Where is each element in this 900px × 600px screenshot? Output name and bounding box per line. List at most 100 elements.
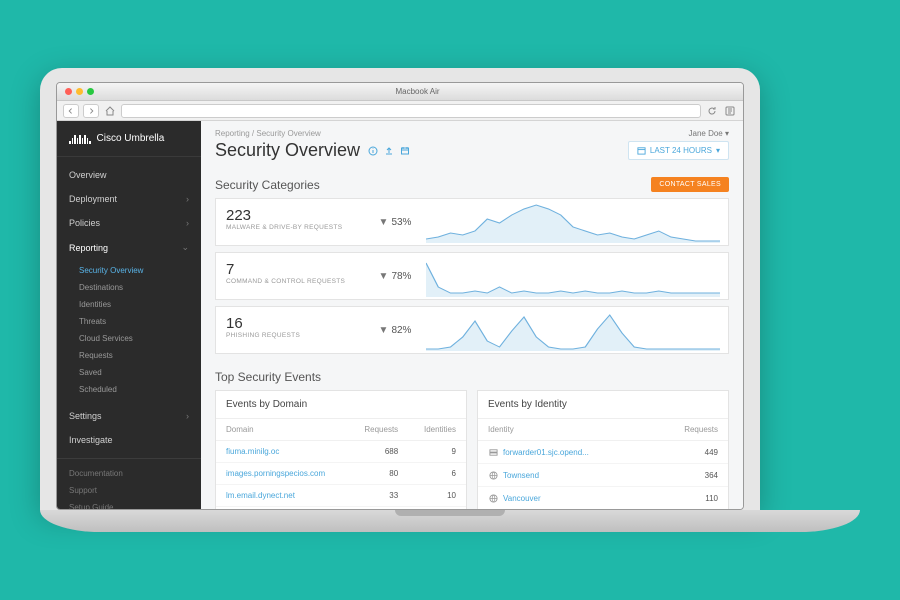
table-row[interactable]: Townsend 364 [478, 464, 728, 487]
breadcrumb: Reporting / Security Overview [215, 129, 321, 138]
contact-sales-button[interactable]: CONTACT SALES [651, 177, 729, 192]
table-row[interactable]: forwarder01.sjc.opend... 449 [478, 441, 728, 464]
panel-title: Events by Domain [216, 391, 466, 419]
subnav-security-overview[interactable]: Security Overview [57, 262, 201, 279]
export-icon[interactable] [384, 146, 394, 156]
schedule-icon[interactable] [400, 146, 410, 156]
sidebar-item-settings[interactable]: Settings › [57, 404, 201, 428]
chevron-down-icon: ▾ [716, 146, 720, 155]
col-identities[interactable]: Identities [408, 419, 466, 441]
back-button[interactable] [63, 104, 79, 118]
sidebar-item-label: Investigate [69, 435, 113, 445]
col-identity[interactable]: Identity [478, 419, 651, 441]
category-card-malware[interactable]: 223 MALWARE & DRIVE-BY REQUESTS ▼53% [215, 198, 729, 246]
subnav-saved[interactable]: Saved [57, 364, 201, 381]
sidebar-item-reporting[interactable]: Reporting ⌄ [57, 235, 201, 260]
category-label: PHISHING REQUESTS [226, 332, 358, 339]
chevron-right-icon: › [186, 194, 189, 204]
main-content: Reporting / Security Overview Jane Doe ▾… [201, 121, 743, 510]
category-trend: ▼82% [368, 307, 422, 353]
identity-link[interactable]: forwarder01.sjc.opend... [503, 448, 589, 457]
subnav-requests[interactable]: Requests [57, 347, 201, 364]
category-card-c2[interactable]: 7 COMMAND & CONTROL REQUESTS ▼78% [215, 252, 729, 300]
sidebar-item-label: Reporting [69, 243, 108, 253]
panel-title: Events by Identity [478, 391, 728, 419]
chevron-right-icon: › [186, 411, 189, 421]
sidebar: Cisco Umbrella Overview Deployment › Pol… [57, 121, 201, 510]
sidebar-item-deployment[interactable]: Deployment › [57, 187, 201, 211]
sidebar-subnav-reporting: Security Overview Destinations Identitie… [57, 260, 201, 404]
identity-link[interactable]: Vancouver [503, 494, 541, 503]
domain-link[interactable]: fiuma.minilg.oc [216, 441, 348, 463]
category-count: 16 [226, 315, 358, 332]
sidebar-item-label: Overview [69, 170, 107, 180]
category-sparkline [422, 199, 728, 245]
footer-documentation[interactable]: Documentation [57, 465, 201, 482]
refresh-icon[interactable] [705, 104, 719, 118]
maximize-window-icon[interactable] [87, 88, 94, 95]
cisco-logo-icon [69, 134, 91, 144]
chevron-down-icon: ⌄ [181, 242, 189, 253]
down-arrow-icon: ▼ [379, 271, 389, 282]
chevron-right-icon: › [186, 218, 189, 228]
section-title-events: Top Security Events [215, 370, 321, 384]
col-domain[interactable]: Domain [216, 419, 348, 441]
category-count: 7 [226, 261, 358, 278]
category-count: 223 [226, 207, 358, 224]
category-sparkline [422, 253, 728, 299]
server-icon [488, 447, 498, 457]
domain-link[interactable]: lm.email.dynect.net [216, 485, 348, 507]
category-label: COMMAND & CONTROL REQUESTS [226, 278, 358, 285]
identity-link[interactable]: Townsend [503, 471, 539, 480]
col-requests[interactable]: Requests [348, 419, 408, 441]
time-range-label: LAST 24 HOURS [650, 146, 712, 155]
minimize-window-icon[interactable] [76, 88, 83, 95]
subnav-scheduled[interactable]: Scheduled [57, 381, 201, 398]
brand: Cisco Umbrella [57, 121, 201, 157]
page-title: Security Overview [215, 140, 360, 161]
laptop-base [40, 510, 860, 532]
site-icon [488, 493, 498, 503]
forward-button[interactable] [83, 104, 99, 118]
table-row[interactable]: images.porningspecios.com 80 6 [216, 463, 466, 485]
user-menu[interactable]: Jane Doe ▾ [689, 129, 730, 138]
sidebar-item-label: Deployment [69, 194, 117, 204]
category-card-phishing[interactable]: 16 PHISHING REQUESTS ▼82% [215, 306, 729, 354]
sidebar-item-policies[interactable]: Policies › [57, 211, 201, 235]
sidebar-item-label: Policies [69, 218, 100, 228]
down-arrow-icon: ▼ [379, 325, 389, 336]
info-icon[interactable] [368, 146, 378, 156]
footer-setup-guide[interactable]: Setup Guide [57, 499, 201, 510]
table-row[interactable]: fiuma.minilg.oc 688 9 [216, 441, 466, 463]
subnav-threats[interactable]: Threats [57, 313, 201, 330]
category-sparkline [422, 307, 728, 353]
address-bar[interactable] [121, 104, 701, 118]
panel-events-by-domain: Events by Domain Domain Requests Identit… [215, 390, 467, 510]
sidebar-item-investigate[interactable]: Investigate [57, 428, 201, 452]
window-title: Macbook Air [100, 87, 735, 96]
sidebar-item-label: Settings [69, 411, 102, 421]
domain-link[interactable]: images.porningspecios.com [216, 463, 348, 485]
site-icon [488, 470, 498, 480]
down-arrow-icon: ▼ [379, 217, 389, 228]
category-trend: ▼53% [368, 199, 422, 245]
table-row[interactable]: Vancouver 110 [478, 487, 728, 510]
time-range-button[interactable]: LAST 24 HOURS ▾ [628, 141, 729, 160]
table-row[interactable]: lm.email.dynect.net 33 10 [216, 485, 466, 507]
col-requests[interactable]: Requests [651, 419, 728, 441]
sidebar-item-overview[interactable]: Overview [57, 163, 201, 187]
category-trend: ▼78% [368, 253, 422, 299]
panel-events-by-identity: Events by Identity Identity Requests for… [477, 390, 729, 510]
subnav-identities[interactable]: Identities [57, 296, 201, 313]
footer-support[interactable]: Support [57, 482, 201, 499]
browser-toolbar [57, 101, 743, 121]
section-title-categories: Security Categories [215, 178, 320, 192]
reader-icon[interactable] [723, 104, 737, 118]
brand-name: Cisco Umbrella [97, 133, 165, 144]
calendar-icon [637, 146, 646, 155]
category-label: MALWARE & DRIVE-BY REQUESTS [226, 224, 358, 231]
close-window-icon[interactable] [65, 88, 72, 95]
subnav-cloud-services[interactable]: Cloud Services [57, 330, 201, 347]
subnav-destinations[interactable]: Destinations [57, 279, 201, 296]
home-icon[interactable] [103, 104, 117, 118]
